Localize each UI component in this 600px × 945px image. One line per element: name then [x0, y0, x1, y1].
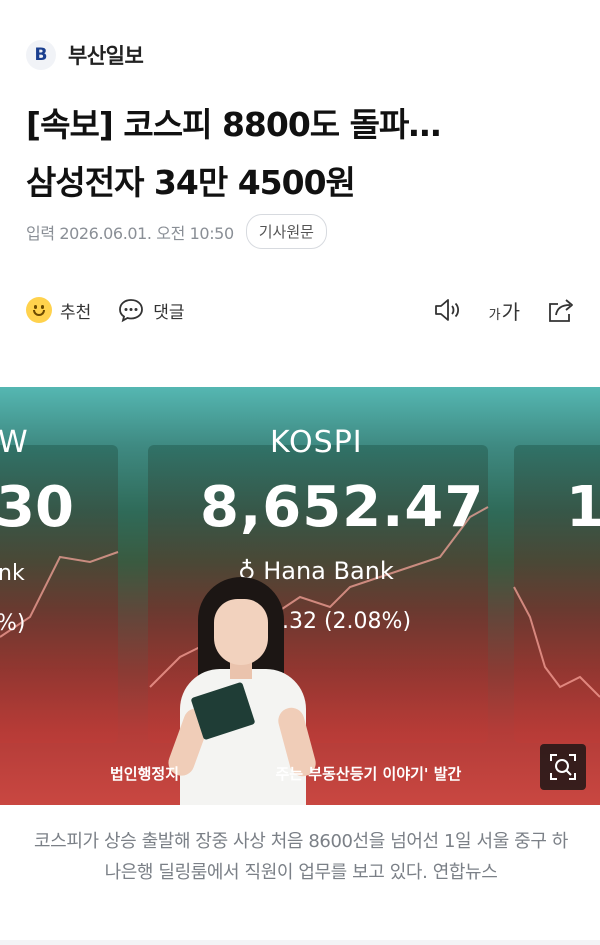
- right-tools: 가가: [433, 296, 576, 325]
- marquee-right: 주는 부동산등기 이야기' 발간: [275, 765, 462, 783]
- bottom-divider: [0, 940, 600, 945]
- kospi-label: KOSPI: [270, 425, 363, 460]
- board-marquee: 법인행정지 주는 부동산등기 이야기' 발간: [110, 763, 570, 784]
- publisher-name[interactable]: 부산일보: [68, 40, 144, 70]
- photo-caption: 코스피가 상승 출발해 장중 사상 처음 8600선을 넘어선 1일 서울 중구…: [34, 831, 568, 883]
- recommend-button[interactable]: 추천: [26, 297, 91, 323]
- kospi-value: 8,652.47: [200, 475, 485, 540]
- board-left-pct: %): [0, 611, 26, 636]
- action-bar: 추천 댓글 가가: [26, 292, 576, 328]
- zoom-button[interactable]: [540, 744, 586, 790]
- speaker-icon[interactable]: [433, 297, 463, 323]
- font-small-label: 가: [488, 307, 501, 323]
- comment-label: 댓글: [153, 302, 185, 323]
- marquee-left: 법인행정지: [110, 765, 180, 783]
- share-icon[interactable]: [546, 296, 576, 324]
- comment-icon: [119, 299, 144, 323]
- smile-icon: [26, 297, 52, 323]
- zoom-icon: [550, 754, 576, 780]
- font-large-label: 가: [501, 299, 520, 324]
- article-headline: [속보] 코스피 8800도 돌파… 삼성전자 34만 4500원: [26, 96, 576, 212]
- article-meta: 입력 2026.06.01. 오전 10:50 기사원문: [26, 214, 327, 249]
- original-article-button[interactable]: 기사원문: [245, 214, 327, 249]
- article-photo[interactable]: W 30 nk %) KOSPI 8,652.47 ♁ Hana Bank 6.…: [0, 387, 600, 805]
- publisher-header[interactable]: B 부산일보: [26, 40, 144, 70]
- board-right-value: 1: [566, 475, 600, 540]
- font-size-button[interactable]: 가가: [489, 296, 520, 325]
- board-left-bank: nk: [0, 561, 25, 586]
- board-left-value: 30: [0, 475, 74, 540]
- published-date: 입력 2026.06.01. 오전 10:50: [26, 223, 234, 243]
- publisher-logo[interactable]: B: [26, 40, 56, 70]
- headline-line-2: 삼성전자 34만 4500원: [26, 163, 356, 202]
- board-left-label: W: [0, 425, 28, 460]
- headline-line-1: [속보] 코스피 8800도 돌파…: [26, 105, 441, 144]
- recommend-label: 추천: [60, 302, 92, 323]
- comment-button[interactable]: 댓글: [117, 297, 185, 323]
